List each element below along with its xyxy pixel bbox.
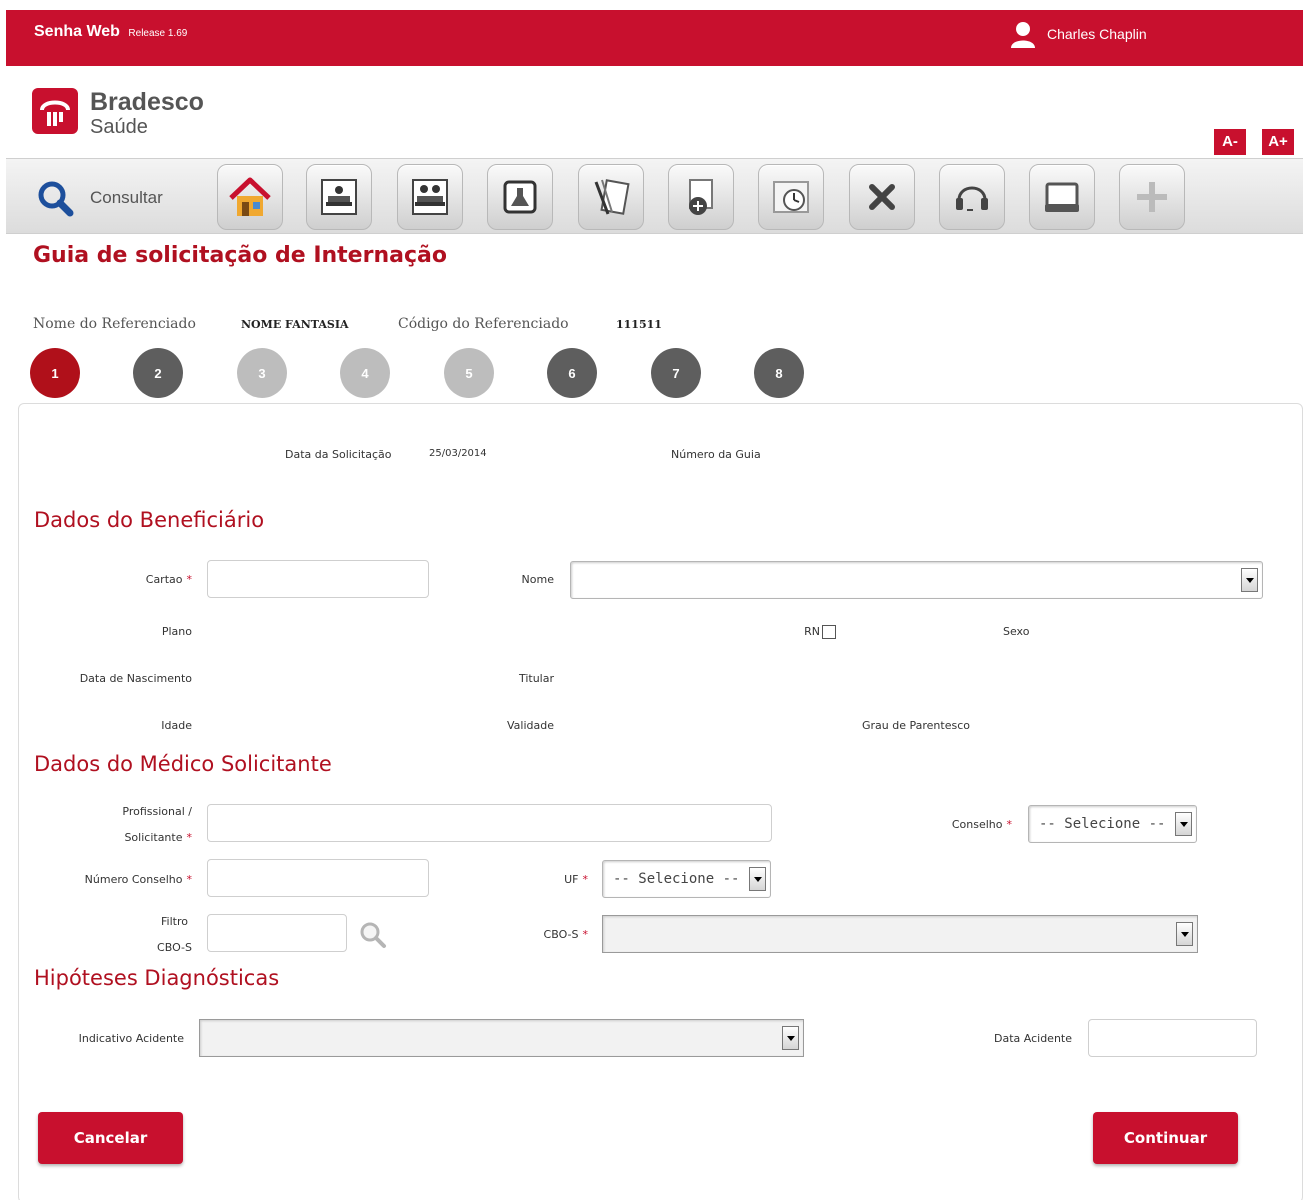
cancel-button[interactable]: Cancelar bbox=[38, 1112, 183, 1164]
bradesco-logo-icon bbox=[32, 88, 78, 134]
step-1[interactable]: 1 bbox=[30, 348, 80, 398]
search-icon bbox=[38, 181, 74, 217]
user-icon bbox=[1011, 22, 1035, 48]
step-5: 5 bbox=[444, 348, 494, 398]
section-hipoteses: Hipóteses Diagnósticas bbox=[34, 966, 280, 990]
nome-label: Nome bbox=[521, 573, 554, 586]
cancelar-guia-button[interactable] bbox=[849, 164, 915, 230]
toolbar: Consultar bbox=[6, 158, 1303, 234]
profissional-input[interactable] bbox=[207, 804, 772, 842]
data-solicitacao-value: 25/03/2014 bbox=[429, 448, 487, 459]
clock-calendar-icon bbox=[773, 181, 809, 213]
step-8[interactable]: 8 bbox=[754, 348, 804, 398]
internacao-multipla-button[interactable] bbox=[397, 164, 463, 230]
idade-label: Idade bbox=[161, 719, 192, 732]
medication-icon bbox=[689, 179, 713, 215]
continue-button[interactable]: Continuar bbox=[1093, 1112, 1238, 1164]
plus-icon bbox=[1137, 182, 1167, 212]
numero-conselho-label: Número Conselho * bbox=[84, 873, 192, 886]
lab-flask-icon bbox=[503, 180, 537, 214]
uf-select[interactable]: -- Selecione -- bbox=[602, 860, 771, 898]
chevron-down-icon bbox=[782, 1026, 799, 1050]
sexo-label: Sexo bbox=[1003, 625, 1030, 638]
numero-conselho-input[interactable] bbox=[207, 859, 429, 897]
filtro-cbos-input[interactable] bbox=[207, 914, 347, 952]
page-title: Guia de solicitação de Internação bbox=[33, 243, 447, 268]
plano-label: Plano bbox=[161, 625, 192, 638]
numero-guia-label: Número da Guia bbox=[671, 448, 761, 461]
chevron-down-icon bbox=[1175, 812, 1192, 836]
app-title: Senha Web Release 1.69 bbox=[34, 23, 187, 41]
rn-label: RN bbox=[804, 625, 820, 638]
logo-sub: Saúde bbox=[90, 116, 148, 138]
step-2[interactable]: 2 bbox=[133, 348, 183, 398]
bradesco-logo: Bradesco Saúde bbox=[32, 88, 204, 138]
font-decrease-button[interactable]: A- bbox=[1214, 129, 1246, 155]
headset-icon bbox=[956, 186, 988, 211]
ref-code-value: 111511 bbox=[616, 318, 662, 331]
nome-select[interactable] bbox=[570, 561, 1263, 599]
data-acidente-input[interactable] bbox=[1088, 1019, 1257, 1057]
chevron-down-icon bbox=[1241, 568, 1258, 592]
filtro-label-line1: Filtro bbox=[161, 915, 188, 928]
conselho-label: Conselho * bbox=[951, 818, 1012, 831]
validade-label: Validade bbox=[507, 719, 554, 732]
top-bar: Senha Web Release 1.69 Charles Chaplin bbox=[6, 10, 1303, 66]
indicativo-acidente-label: Indicativo Acidente bbox=[78, 1032, 184, 1045]
indicativo-acidente-select[interactable] bbox=[199, 1019, 804, 1057]
cartao-input[interactable] bbox=[207, 560, 429, 598]
exames-button[interactable] bbox=[487, 164, 553, 230]
home-button[interactable] bbox=[217, 164, 283, 230]
bed-patient-icon bbox=[321, 179, 357, 215]
section-medico: Dados do Médico Solicitante bbox=[34, 752, 332, 776]
cbos-label: CBO-S * bbox=[543, 928, 588, 941]
two-patients-bed-icon bbox=[412, 179, 448, 215]
documentos-button[interactable] bbox=[578, 164, 644, 230]
chevron-down-icon bbox=[749, 867, 766, 891]
uf-label: UF * bbox=[564, 873, 588, 886]
data-nascimento-label: Data de Nascimento bbox=[79, 672, 192, 685]
uf-select-value: -- Selecione -- bbox=[613, 871, 740, 887]
step-7[interactable]: 7 bbox=[651, 348, 701, 398]
titular-label: Titular bbox=[518, 672, 554, 685]
printer-icon bbox=[1045, 182, 1079, 212]
filtro-label-line2: CBO-S bbox=[157, 941, 192, 954]
data-acidente-label: Data Acidente bbox=[994, 1032, 1072, 1045]
consultar-label: Consultar bbox=[90, 188, 163, 207]
step-4: 4 bbox=[340, 348, 390, 398]
ref-name-label: Nome do Referenciado bbox=[33, 316, 196, 332]
step-3: 3 bbox=[237, 348, 287, 398]
atendimento-button[interactable] bbox=[939, 164, 1005, 230]
cbos-select[interactable] bbox=[602, 915, 1198, 953]
chevron-down-icon bbox=[1176, 922, 1193, 946]
rn-checkbox[interactable] bbox=[822, 625, 836, 639]
ref-code-label: Código do Referenciado bbox=[398, 316, 569, 332]
conselho-select-value: -- Selecione -- bbox=[1039, 816, 1166, 832]
app-name: Senha Web bbox=[34, 23, 120, 40]
consultar-button[interactable]: Consultar bbox=[36, 179, 163, 217]
home-icon bbox=[229, 177, 271, 216]
user-menu[interactable]: Charles Chaplin bbox=[1009, 21, 1147, 48]
profissional-label-line1: Profissional / bbox=[122, 805, 192, 818]
cartao-label: Cartao * bbox=[145, 573, 192, 586]
logo-brand: Bradesco bbox=[90, 88, 204, 116]
step-6[interactable]: 6 bbox=[547, 348, 597, 398]
ref-name-value: NOME FANTASIA bbox=[241, 318, 349, 331]
font-increase-button[interactable]: A+ bbox=[1262, 129, 1294, 155]
agenda-button[interactable] bbox=[758, 164, 824, 230]
search-icon[interactable] bbox=[358, 920, 388, 950]
user-name: Charles Chaplin bbox=[1047, 26, 1147, 42]
internacao-button[interactable] bbox=[306, 164, 372, 230]
section-beneficiario: Dados do Beneficiário bbox=[34, 508, 265, 532]
imprimir-button[interactable] bbox=[1029, 164, 1095, 230]
close-x-icon bbox=[869, 184, 895, 210]
medicamentos-button[interactable] bbox=[668, 164, 734, 230]
adicionar-button[interactable] bbox=[1119, 164, 1185, 230]
conselho-select[interactable]: -- Selecione -- bbox=[1028, 805, 1197, 843]
documents-pen-icon bbox=[594, 179, 630, 215]
data-solicitacao-label: Data da Solicitação bbox=[285, 448, 392, 461]
app-release: Release 1.69 bbox=[128, 28, 188, 39]
profissional-label-line2: Solicitante * bbox=[124, 831, 192, 844]
grau-parentesco-label: Grau de Parentesco bbox=[862, 719, 970, 732]
